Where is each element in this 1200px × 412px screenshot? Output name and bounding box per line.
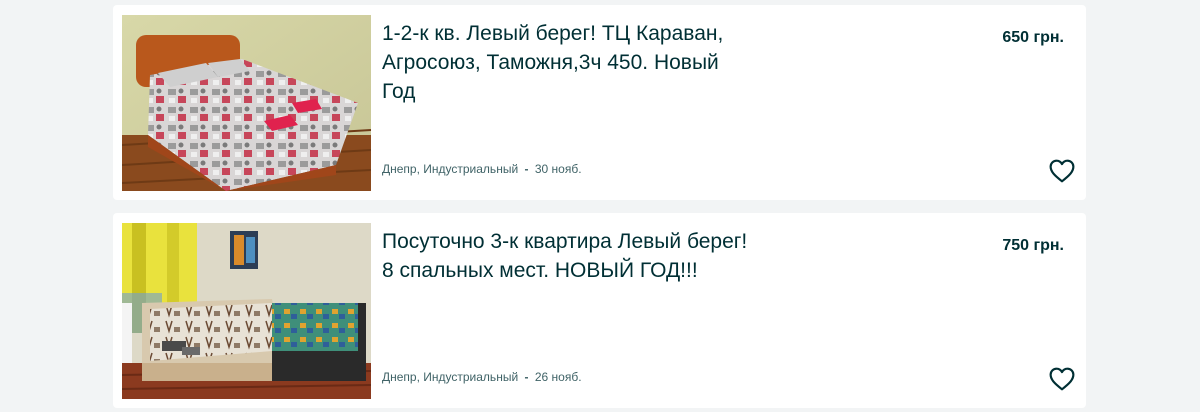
meta-separator: -: [524, 370, 529, 384]
listing-price: 650 грн.: [1002, 29, 1064, 46]
listing-meta: Днепр, Индустриальный - 30 нояб.: [382, 162, 582, 176]
listing-title[interactable]: 1-2-к кв. Левый берег! ТЦ Караван, Агрос…: [382, 19, 752, 106]
listing-photo-bedroom[interactable]: [122, 15, 371, 191]
listing-title[interactable]: Посуточно 3-к квартира Левый берег! 8 сп…: [382, 227, 752, 285]
listing-card: Посуточно 3-к квартира Левый берег! 8 сп…: [113, 213, 1086, 408]
heart-outline-icon: [1049, 367, 1075, 391]
listing-location: Днепр, Индустриальный: [382, 370, 519, 384]
listing-list: 1-2-к кв. Левый берег! ТЦ Караван, Агрос…: [0, 0, 1200, 412]
favorite-button[interactable]: [1048, 157, 1076, 185]
favorite-button[interactable]: [1048, 365, 1076, 393]
heart-outline-icon: [1049, 159, 1075, 183]
listing-price: 750 грн.: [1002, 237, 1064, 254]
listing-location: Днепр, Индустриальный: [382, 162, 519, 176]
bed-photo-illustration: [122, 15, 371, 191]
listing-card: 1-2-к кв. Левый берег! ТЦ Караван, Агрос…: [113, 5, 1086, 200]
listing-date: 30 нояб.: [534, 162, 582, 176]
room-photo-illustration: [122, 223, 371, 399]
listing-date: 26 нояб.: [534, 370, 582, 384]
listing-meta: Днепр, Индустриальный - 26 нояб.: [382, 370, 582, 384]
meta-separator: -: [524, 162, 529, 176]
listing-photo-apartment[interactable]: [122, 223, 371, 399]
